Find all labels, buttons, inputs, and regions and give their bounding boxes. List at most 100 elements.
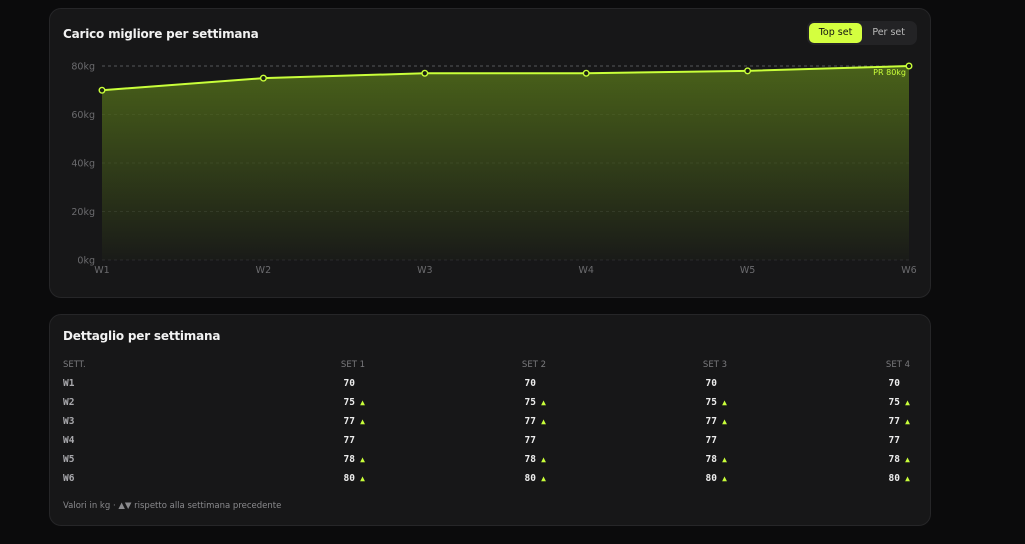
set-value: 77 [888,435,900,446]
set-value: 75 [888,397,900,408]
y-tick-label: 40kg [71,159,95,170]
set-value: 78 [343,454,355,465]
set-value-cell: 78 ▲ [365,450,546,469]
header-set-4: SET 4 [885,359,910,370]
set-value: 80 [888,473,900,484]
set-value: 77 [524,435,536,446]
set-value-cell: 78 ▲ [546,450,727,469]
y-tick-label: 0kg [77,256,95,267]
set-value-cell: 75 ▲ [365,393,546,412]
trend-up-icon: ▲ [360,398,365,407]
table-row: W6 80 ▲ 80 ▲ 80 ▲ 80 ▲ [63,469,910,488]
data-point [421,69,429,77]
table-row: W4 77 77 77 77 [63,431,910,450]
set-value: 80 [524,473,536,484]
set-value-cell: 80 ▲ [546,469,727,488]
week-label: W1 [63,378,75,389]
table-header-row: SETT. SET 1 SET 2 SET 3 SET 4 [63,355,910,374]
set-value-cell: 78 ▲ [183,450,365,469]
data-point [905,62,913,70]
x-tick-label: W1 [94,265,109,276]
set-value: 75 [524,397,536,408]
x-tick-label: W2 [256,265,271,276]
set-value-cell: 77 ▲ [365,412,546,431]
data-point [259,74,267,82]
data-point [744,67,752,75]
data-point [582,69,590,77]
week-label: W6 [63,473,75,484]
chart-card: Carico migliore per settimana Top set Pe… [49,8,931,298]
set-value: 77 [888,416,900,427]
set-value-cell: 80 ▲ [365,469,546,488]
y-tick-label: 60kg [71,110,95,121]
trend-up-icon: ▲ [722,455,727,464]
set-value: 80 [705,473,717,484]
set-value-cell: 77 [183,431,365,450]
set-value-cell: 75 ▲ [183,393,365,412]
set-value-cell: 77 [727,431,910,450]
set-value: 78 [888,454,900,465]
set-value: 75 [343,397,355,408]
x-tick-label: W4 [578,265,593,276]
week-label: W5 [63,454,75,465]
x-tick-label: W5 [740,265,755,276]
load-chart: 0kg 20kg 40kg 60kg 80kg PR 80kg W1 W2 W3 W4 W5 W6 [71,62,916,277]
set-value-cell: 77 [365,431,546,450]
trend-up-icon: ▲ [360,474,365,483]
header-set-2: SET 2 [521,359,546,370]
set-value-cell: 80 ▲ [727,469,910,488]
set-value: 70 [705,378,717,389]
trend-up-icon: ▲ [541,417,546,426]
trend-up-icon: ▲ [360,417,365,426]
series-area [102,66,909,260]
trend-up-icon: ▲ [541,398,546,407]
set-value: 80 [343,473,355,484]
set-value: 78 [705,454,717,465]
set-value-cell: 77 ▲ [183,412,365,431]
y-tick-label: 20kg [71,207,95,218]
table-row: W5 78 ▲ 78 ▲ 78 ▲ 78 ▲ [63,450,910,469]
set-value-cell: 70 [727,374,910,393]
set-value: 70 [888,378,900,389]
set-value: 70 [524,378,536,389]
set-value-cell: 70 [183,374,365,393]
week-label: W2 [63,397,75,408]
trend-up-icon: ▲ [905,455,910,464]
trend-up-icon: ▲ [722,398,727,407]
header-set-1: SET 1 [340,359,365,370]
trend-up-icon: ▲ [360,455,365,464]
week-label: W3 [63,416,75,427]
header-week: SETT. [63,359,86,370]
trend-up-icon: ▲ [905,474,910,483]
set-value-cell: 77 ▲ [546,412,727,431]
header-set-3: SET 3 [702,359,727,370]
trend-up-icon: ▲ [541,455,546,464]
trend-up-icon: ▲ [905,398,910,407]
trend-up-icon: ▲ [541,474,546,483]
set-value: 77 [705,435,717,446]
weekly-detail-table: SETT. SET 1 SET 2 SET 3 SET 4 W1 70 70 70 70… [63,355,910,488]
week-label: W4 [63,435,75,446]
trend-up-icon: ▲ [722,474,727,483]
set-value: 77 [343,435,355,446]
set-value-cell: 70 [365,374,546,393]
set-value-cell: 77 ▲ [727,412,910,431]
set-value-cell: 70 [546,374,727,393]
set-value-cell: 75 ▲ [727,393,910,412]
set-value: 77 [705,416,717,427]
set-value-cell: 77 [546,431,727,450]
pr-label: PR 80kg [873,68,906,77]
set-value-cell: 80 ▲ [183,469,365,488]
set-value: 77 [524,416,536,427]
table-card: Dettaglio per settimana SETT. SET 1 SET … [49,314,931,526]
x-tick-label: W6 [901,265,916,276]
table-row: W2 75 ▲ 75 ▲ 75 ▲ 75 ▲ [63,393,910,412]
table-row: W1 70 70 70 70 [63,374,910,393]
trend-up-icon: ▲ [722,417,727,426]
table-title: Dettaglio per settimana [63,329,221,343]
set-value-cell: 78 ▲ [727,450,910,469]
y-tick-label: 80kg [71,62,95,73]
set-value: 70 [343,378,355,389]
table-row: W3 77 ▲ 77 ▲ 77 ▲ 77 ▲ [63,412,910,431]
set-value: 75 [705,397,717,408]
